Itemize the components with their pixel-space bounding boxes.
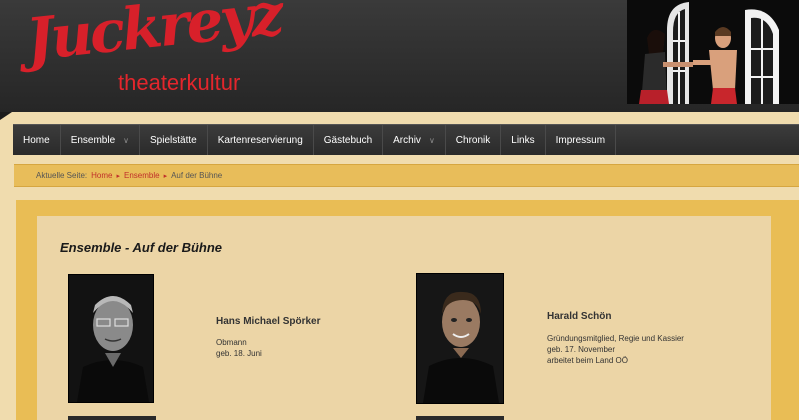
nav-item-home[interactable]: Home: [13, 125, 61, 155]
nav-item-links[interactable]: Links: [501, 125, 546, 155]
member-occupation: arbeitet beim Land OÖ: [547, 356, 628, 365]
next-portrait-edge: [416, 416, 504, 420]
nav-item-spielstaette[interactable]: Spielstätte: [140, 125, 208, 155]
portrait-illustration: [69, 275, 153, 402]
nav-item-impressum[interactable]: Impressum: [546, 125, 617, 155]
member-birthday: geb. 17. November: [547, 345, 616, 354]
nav-item-label: Gästebuch: [323, 134, 373, 146]
nav-item-ensemble[interactable]: Ensemble ∨: [61, 125, 141, 155]
stage-photo-illustration: [627, 0, 799, 104]
nav-item-label: Chronik: [455, 134, 491, 146]
nav-item-archiv[interactable]: Archiv ∨: [383, 125, 446, 155]
breadcrumb-link-ensemble[interactable]: Ensemble: [124, 171, 160, 180]
nav-item-label: Home: [23, 134, 50, 146]
nav-item-label: Impressum: [555, 134, 606, 146]
site-header: Juckreyz theaterkultur: [0, 0, 799, 112]
breadcrumb: Aktuelle Seite: Home ▸ Ensemble ▸ Auf de…: [14, 164, 799, 187]
header-stage-photo: [627, 0, 799, 104]
nav-item-gaestebuch[interactable]: Gästebuch: [314, 125, 384, 155]
member-role: Gründungsmitglied, Regie und Kassier: [547, 334, 684, 343]
nav-item-label: Kartenreservierung: [217, 134, 303, 146]
member-portrait-photo: [416, 273, 504, 404]
breadcrumb-separator-icon: ▸: [163, 172, 168, 180]
header-fold-shadow: [0, 112, 12, 120]
nav-item-label: Spielstätte: [150, 134, 197, 146]
member-role: Obmann: [216, 338, 247, 347]
nav-item-chronik[interactable]: Chronik: [446, 125, 502, 155]
nav-item-label: Links: [511, 134, 535, 146]
breadcrumb-link-home[interactable]: Home: [91, 171, 112, 180]
next-portrait-edge: [68, 416, 156, 420]
site-logo-subtitle[interactable]: theaterkultur: [118, 70, 240, 96]
breadcrumb-current: Auf der Bühne: [171, 171, 223, 180]
nav-item-kartenreservierung[interactable]: Kartenreservierung: [208, 125, 314, 155]
portrait-illustration: [417, 274, 503, 403]
chevron-down-icon: ∨: [123, 135, 130, 145]
nav-item-label: Archiv: [393, 134, 421, 146]
main-navigation: Home Ensemble ∨ Spielstätte Kartenreserv…: [13, 124, 799, 155]
site-logo-script[interactable]: Juckreyz: [23, 0, 284, 74]
chevron-down-icon: ∨: [428, 135, 435, 145]
nav-item-label: Ensemble: [70, 134, 116, 146]
breadcrumb-separator-icon: ▸: [116, 172, 120, 180]
member-portrait-photo: [68, 274, 154, 403]
member-name: Harald Schön: [547, 311, 612, 322]
member-name: Hans Michael Spörker: [216, 316, 321, 327]
breadcrumb-prefix: Aktuelle Seite:: [36, 171, 88, 180]
member-birthday: geb. 18. Juni: [216, 349, 262, 358]
page-title: Ensemble - Auf der Bühne: [60, 240, 223, 255]
